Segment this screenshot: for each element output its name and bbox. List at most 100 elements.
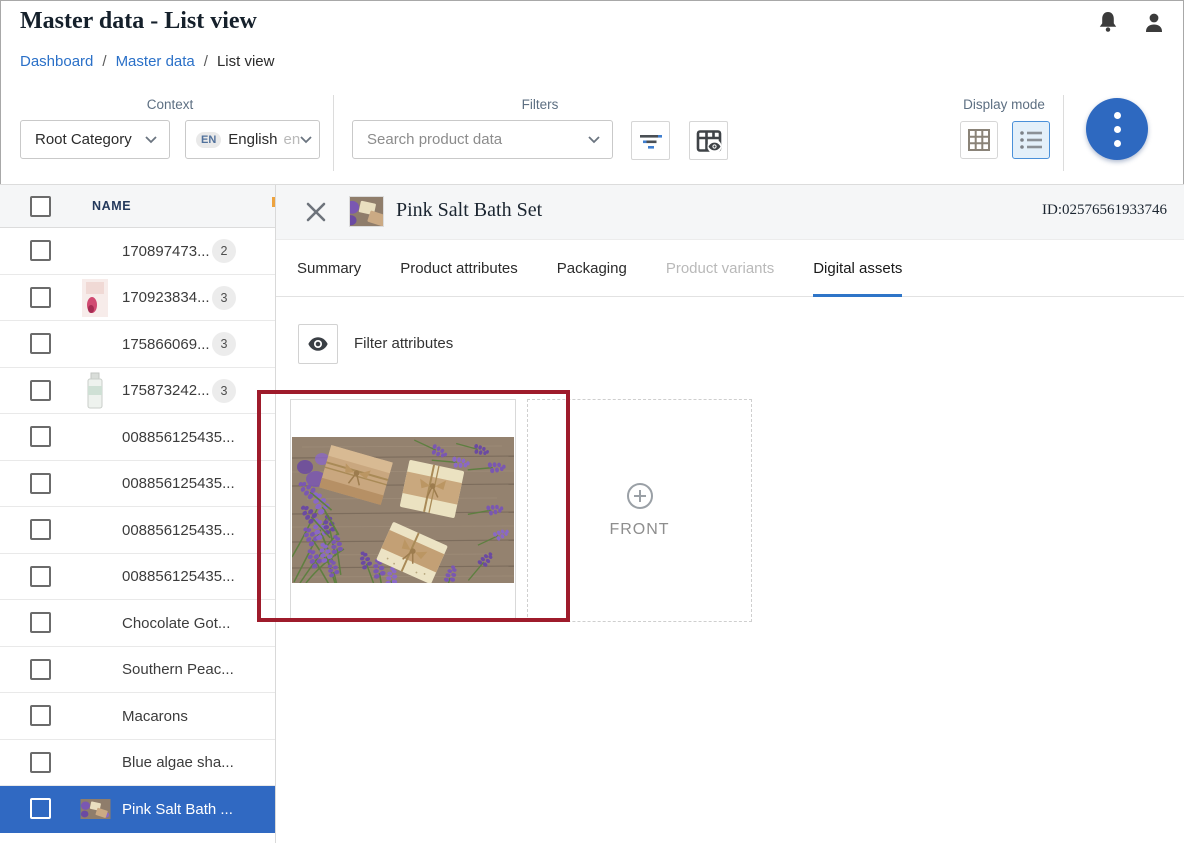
table-row[interactable]: 170897473...2 (0, 228, 275, 275)
row-checkbox[interactable] (30, 287, 51, 308)
close-icon[interactable] (304, 200, 328, 224)
category-select-value: Root Category (35, 131, 132, 148)
language-code-badge: EN (196, 132, 221, 148)
row-checkbox[interactable] (30, 705, 51, 726)
notifications-bell-icon[interactable] (1096, 10, 1120, 36)
row-name: 008856125435... (122, 414, 235, 461)
row-name: 175866069... (122, 321, 210, 368)
tab-summary[interactable]: Summary (297, 240, 361, 297)
product-id: ID:02576561933746 (1042, 202, 1167, 219)
detail-tabs: Summary Product attributes Packaging Produc… (276, 240, 1184, 297)
row-checkbox[interactable] (30, 659, 51, 680)
row-checkbox[interactable] (30, 380, 51, 401)
list-view-icon (1019, 129, 1043, 151)
filter-funnel-button[interactable] (631, 121, 670, 160)
eye-icon (305, 333, 331, 355)
row-name: 008856125435... (122, 461, 235, 508)
row-name: 008856125435... (122, 554, 235, 601)
language-select-value: English (228, 131, 277, 148)
row-thumbnail-slot (77, 600, 113, 647)
row-name: 008856125435... (122, 507, 235, 554)
row-checkbox[interactable] (30, 752, 51, 773)
table-row[interactable]: 008856125435... (0, 414, 275, 461)
table-view-settings-button[interactable] (689, 121, 728, 160)
tab-product-attributes[interactable]: Product attributes (400, 240, 518, 297)
row-name: Macarons (122, 693, 188, 740)
breadcrumb-separator: / (102, 53, 106, 70)
actions-menu-fab[interactable] (1086, 98, 1148, 160)
table-row[interactable]: 008856125435... (0, 554, 275, 601)
user-account-icon[interactable] (1142, 10, 1166, 36)
ellipsis-dot (1114, 112, 1121, 119)
tab-product-variants[interactable]: Product variants (666, 240, 774, 297)
toolbar-divider (333, 95, 334, 171)
product-photo-lavender-soap (292, 437, 514, 583)
row-checkbox[interactable] (30, 240, 51, 261)
row-count-badge: 2 (212, 239, 236, 263)
product-table-body: 170897473...2170923834...3175866069...31… (0, 228, 275, 833)
product-list-panel: NAME 170897473...2170923834...3175866069… (0, 185, 275, 843)
product-thumbnail (349, 196, 384, 227)
row-checkbox[interactable] (30, 612, 51, 633)
front-slot-label: FRONT (609, 521, 669, 539)
add-plus-circle-icon (626, 482, 654, 510)
tab-digital-assets[interactable]: Digital assets (813, 240, 902, 297)
filter-attributes-button[interactable] (298, 324, 338, 364)
row-checkbox[interactable] (30, 426, 51, 447)
table-header: NAME (0, 185, 275, 228)
table-row[interactable]: 008856125435... (0, 507, 275, 554)
product-thumbnail (80, 799, 111, 819)
top-right-icons (1096, 10, 1166, 36)
language-select[interactable]: EN English en (185, 120, 320, 159)
table-row[interactable]: 175873242...3 (0, 368, 275, 415)
row-thumbnail-slot (77, 507, 113, 554)
table-row[interactable]: Macarons (0, 693, 275, 740)
row-thumbnail-slot (77, 786, 113, 833)
row-checkbox[interactable] (30, 798, 51, 819)
detail-header: Pink Salt Bath Set ID:02576561933746 (276, 185, 1184, 240)
tab-packaging[interactable]: Packaging (557, 240, 627, 297)
front-asset-upload-slot[interactable]: FRONT (527, 399, 752, 622)
table-row[interactable]: 170923834...3 (0, 275, 275, 322)
row-checkbox[interactable] (30, 333, 51, 354)
category-select[interactable]: Root Category (20, 120, 170, 159)
attributes-filter-bar: Filter attributes (276, 297, 1184, 382)
row-thumbnail-slot (77, 461, 113, 508)
display-mode-group-label: Display mode (952, 97, 1056, 112)
product-thumbnail (82, 279, 108, 317)
row-thumbnail-slot (77, 228, 113, 275)
row-name: 170897473... (122, 228, 210, 275)
row-name: 175873242... (122, 368, 210, 415)
display-mode-list-button[interactable] (1012, 121, 1050, 159)
row-thumbnail-slot (77, 368, 113, 415)
table-row[interactable]: Blue algae sha... (0, 740, 275, 787)
row-checkbox[interactable] (30, 519, 51, 540)
chevron-down-icon (588, 131, 600, 148)
select-all-checkbox[interactable] (30, 196, 51, 217)
table-row[interactable]: 175866069...3 (0, 321, 275, 368)
table-row[interactable]: Southern Peac... (0, 647, 275, 694)
breadcrumb-master-data[interactable]: Master data (116, 53, 195, 70)
table-row[interactable]: 008856125435... (0, 461, 275, 508)
context-group-label: Context (20, 97, 320, 112)
row-name: Chocolate Got... (122, 600, 230, 647)
search-placeholder: Search product data (367, 131, 502, 148)
digital-asset-image-card[interactable] (290, 399, 516, 620)
table-row[interactable]: Chocolate Got... (0, 600, 275, 647)
filter-lines-icon (639, 131, 663, 151)
row-count-badge: 3 (212, 379, 236, 403)
row-checkbox[interactable] (30, 473, 51, 494)
toolbar-divider (1063, 95, 1064, 171)
breadcrumb-separator: / (204, 53, 208, 70)
search-product-select[interactable]: Search product data (352, 120, 613, 159)
breadcrumb-dashboard[interactable]: Dashboard (20, 53, 93, 70)
table-row[interactable]: Pink Salt Bath ... (0, 786, 275, 833)
ellipsis-dot (1114, 140, 1121, 147)
chevron-down-icon (300, 131, 312, 148)
row-checkbox[interactable] (30, 566, 51, 587)
display-mode-grid-button[interactable] (960, 121, 998, 159)
row-thumbnail-slot (77, 740, 113, 787)
table-eye-icon (696, 128, 722, 154)
row-count-badge: 3 (212, 332, 236, 356)
product-title: Pink Salt Bath Set (396, 199, 542, 222)
